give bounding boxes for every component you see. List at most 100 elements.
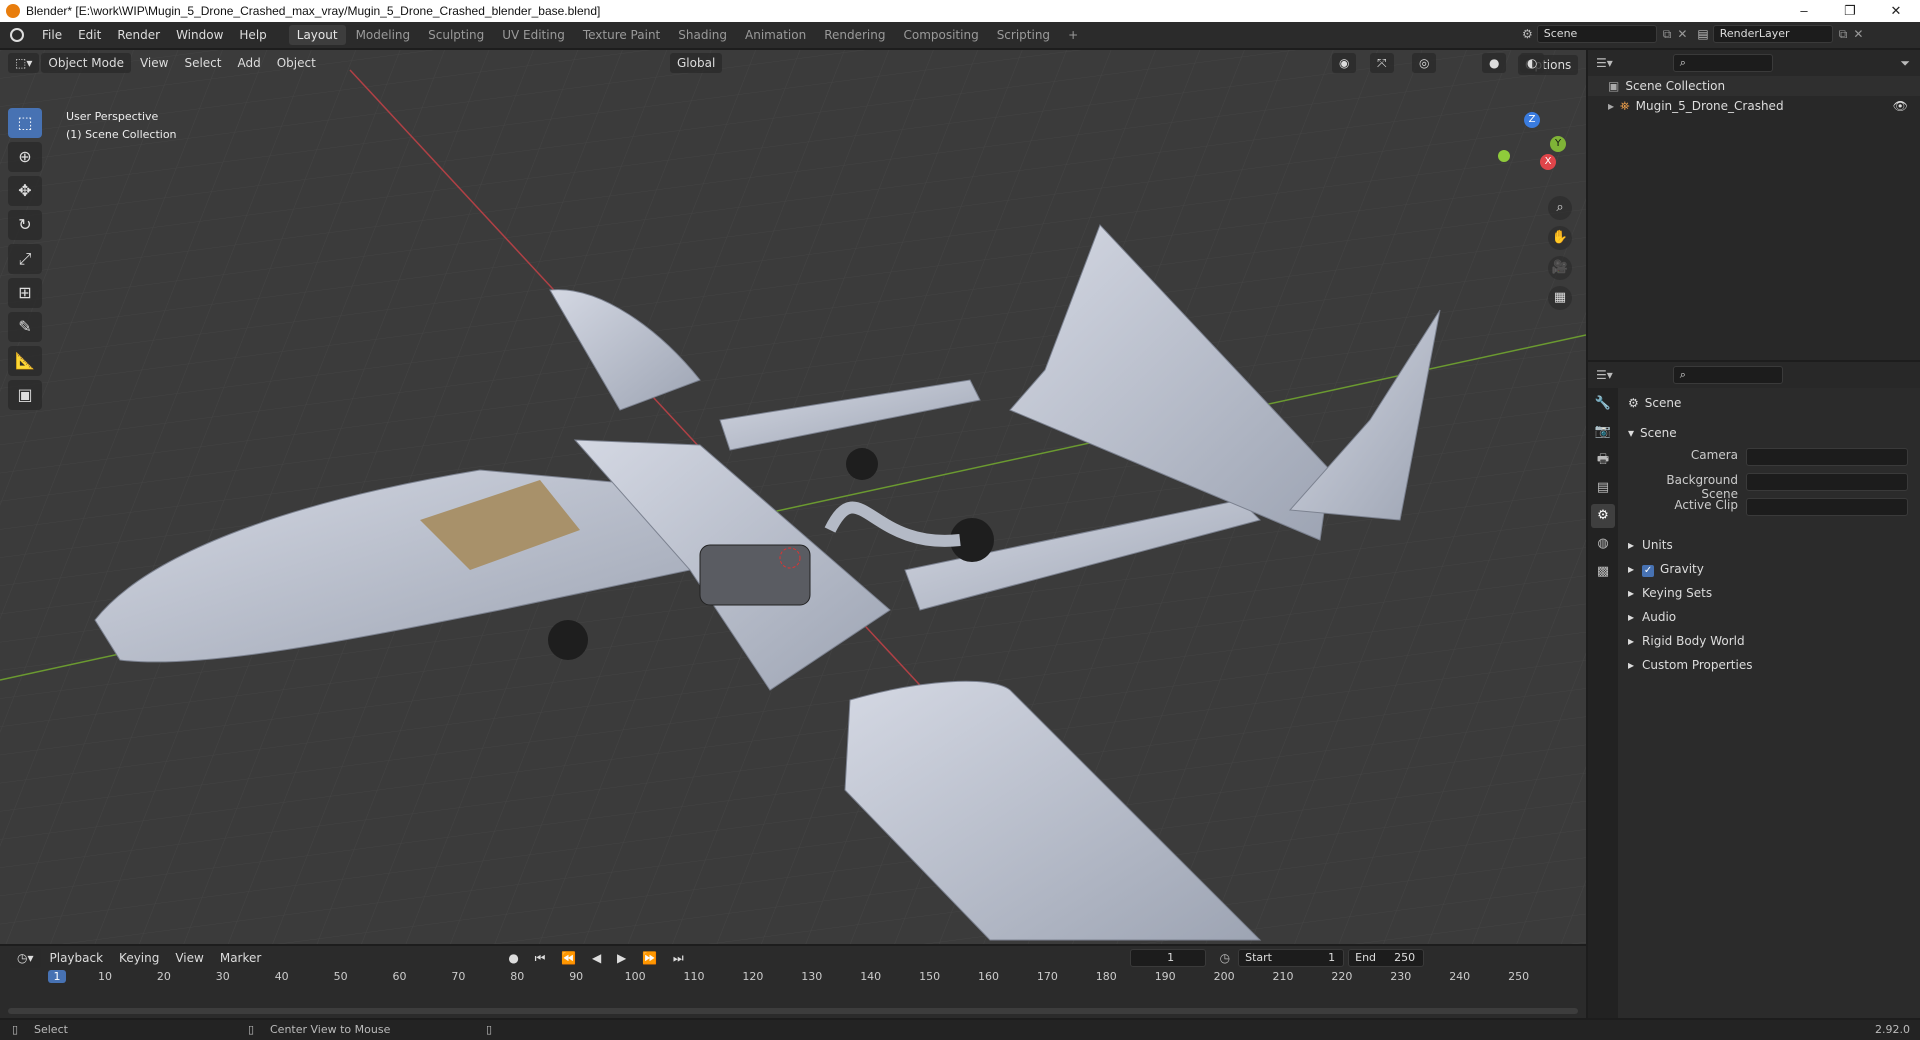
viewport-menu-view[interactable]: View <box>133 53 175 73</box>
pan-hand-icon[interactable]: ✋ <box>1548 226 1572 250</box>
subpanel-keying-sets[interactable]: ▸ Keying Sets <box>1628 582 1712 604</box>
outliner-search-input[interactable]: ⌕ <box>1672 54 1773 72</box>
scene-panel-header[interactable]: ▾ Scene <box>1628 422 1677 444</box>
scene-selector[interactable]: Scene <box>1536 25 1657 43</box>
transform-tool-icon[interactable]: ⊞ <box>8 278 42 308</box>
outliner-editor-icon[interactable]: ☰▾ <box>1596 56 1613 70</box>
transform-orientation[interactable]: Global <box>670 53 723 73</box>
shading-solid-icon[interactable]: ● <box>1482 53 1507 73</box>
tab-rendering[interactable]: Rendering <box>816 25 893 45</box>
outliner-root[interactable]: ▣ Scene Collection <box>1588 76 1920 96</box>
mode-select[interactable]: Object Mode <box>41 53 131 73</box>
editor-type-button[interactable]: ⬚▾ <box>8 53 40 73</box>
ortho-grid-icon[interactable]: ▦ <box>1548 286 1572 310</box>
zoom-icon[interactable]: ⌕ <box>1548 196 1572 220</box>
tab-compositing[interactable]: Compositing <box>895 25 986 45</box>
overlay-toggle-icon[interactable]: ◎ <box>1412 53 1437 73</box>
annotate-tool-icon[interactable]: ✎ <box>8 312 42 342</box>
new-scene-icon[interactable]: ⧉ <box>1663 27 1672 42</box>
tab-texture-paint[interactable]: Texture Paint <box>575 25 668 45</box>
close-button[interactable]: ✕ <box>1873 0 1919 22</box>
active-clip-field[interactable] <box>1746 498 1908 516</box>
tab-uv-editing[interactable]: UV Editing <box>494 25 573 45</box>
gizmo-y-axis[interactable]: Y <box>1550 136 1566 152</box>
outliner-item[interactable]: ▸ ⛯ Mugin_5_Drone_Crashed 👁 <box>1588 96 1920 116</box>
render-tab-icon[interactable]: 📷 <box>1591 420 1615 444</box>
properties-search-input[interactable]: ⌕ <box>1672 366 1783 384</box>
menu-file[interactable]: File <box>34 22 70 48</box>
new-layer-icon[interactable]: ⧉ <box>1839 27 1848 42</box>
expand-arrow-icon[interactable]: ▸ <box>1608 96 1614 116</box>
ruler-tick-label: 170 <box>1036 970 1058 983</box>
menu-render[interactable]: Render <box>109 22 168 48</box>
cursor-tool-icon[interactable]: ⊕ <box>8 142 42 172</box>
output-tab-icon[interactable]: 🖶 <box>1591 448 1615 472</box>
camera-field[interactable] <box>1746 448 1908 466</box>
view-layer-icon: ▤ <box>1697 27 1709 41</box>
subpanel-units[interactable]: ▸ Units <box>1628 534 1673 556</box>
subpanel-custom-properties[interactable]: ▸ Custom Properties <box>1628 654 1752 676</box>
properties-editor-icon[interactable]: ☰▾ <box>1596 368 1613 382</box>
add-workspace-button[interactable]: + <box>1060 25 1086 45</box>
tab-modeling[interactable]: Modeling <box>348 25 419 45</box>
subpanel-gravity[interactable]: ▸ ✓ Gravity <box>1628 558 1704 580</box>
subpanel-audio[interactable]: ▸ Audio <box>1628 606 1676 628</box>
viewport-menu-select[interactable]: Select <box>177 53 228 73</box>
menu-window[interactable]: Window <box>168 22 231 48</box>
rotate-tool-icon[interactable]: ↻ <box>8 210 42 240</box>
gizmo-z-axis[interactable]: Z <box>1524 112 1540 128</box>
viewport-3d[interactable] <box>0 50 1586 944</box>
add-cube-tool-icon[interactable]: ▣ <box>8 380 42 410</box>
scale-tool-icon[interactable]: ⤢ <box>8 244 42 274</box>
ruler-tick-label: 50 <box>333 970 348 983</box>
gizmo-toggle-icon[interactable]: ⤧ <box>1370 53 1394 73</box>
ruler-tick-label: 240 <box>1449 970 1471 983</box>
tab-scripting[interactable]: Scripting <box>989 25 1058 45</box>
measure-tool-icon[interactable]: 📐 <box>8 346 42 376</box>
tab-shading[interactable]: Shading <box>670 25 735 45</box>
filter-icon[interactable]: ⏷ <box>1900 56 1910 71</box>
scene-tab-icon[interactable]: ⚙ <box>1591 504 1615 528</box>
timeline-scrollbar[interactable] <box>8 1008 1578 1014</box>
view-layer-tab-icon[interactable]: ▤ <box>1591 476 1615 500</box>
keying-sets-label: Keying Sets <box>1642 586 1713 600</box>
object-icon: ⛯ <box>1620 99 1630 113</box>
move-tool-icon[interactable]: ✥ <box>8 176 42 206</box>
tool-tab-icon[interactable]: 🔧 <box>1591 392 1615 416</box>
visibility-icon[interactable]: ◉ <box>1332 53 1357 73</box>
blender-menu-icon[interactable] <box>10 28 24 42</box>
menu-help[interactable]: Help <box>231 22 274 48</box>
remove-layer-icon[interactable]: ✕ <box>1853 27 1863 41</box>
outliner: ☰▾ ⌕ ⏷ ▣ Scene Collection ▸ ⛯ Mugin_5_Dro… <box>1588 50 1920 360</box>
wheel <box>846 448 878 480</box>
eye-icon[interactable]: 👁 <box>1893 96 1908 116</box>
tab-layout[interactable]: Layout <box>288 25 346 45</box>
navigation-gizmo[interactable]: Z Y X <box>1496 112 1572 188</box>
gravity-checkbox[interactable]: ✓ <box>1642 565 1655 577</box>
select-box-tool-icon[interactable]: ⬚ <box>8 108 42 138</box>
timeline-ruler[interactable]: 1 10 20 30 40 50 60 70 80 90 100 110 120 130 140 150 160… <box>0 946 1586 994</box>
ruler-tick-label: 190 <box>1154 970 1176 983</box>
engine-block <box>699 544 811 606</box>
minimize-button[interactable]: – <box>1781 0 1827 22</box>
remove-scene-icon[interactable]: ✕ <box>1677 27 1687 41</box>
background-scene-field[interactable] <box>1746 473 1908 491</box>
gizmo-neg-y[interactable] <box>1498 150 1510 162</box>
viewport-menu-add[interactable]: Add <box>230 53 267 73</box>
tab-sculpting[interactable]: Sculpting <box>420 25 492 45</box>
view-layer-selector[interactable]: RenderLayer <box>1712 25 1833 43</box>
tab-animation[interactable]: Animation <box>737 25 814 45</box>
maximize-button[interactable]: ❐ <box>1827 0 1873 22</box>
mouse-middle-icon: ▯ <box>248 1023 255 1036</box>
ruler-tick-label: 80 <box>510 970 525 983</box>
camera-view-icon[interactable]: 🎥 <box>1548 256 1572 280</box>
menu-edit[interactable]: Edit <box>70 22 109 48</box>
view-info: User Perspective (1) Scene Collection <box>66 108 177 144</box>
subpanel-rigid-body[interactable]: ▸ Rigid Body World <box>1628 630 1745 652</box>
world-tab-icon[interactable]: ◍ <box>1591 532 1615 556</box>
gizmo-x-axis[interactable]: X <box>1540 154 1556 170</box>
viewport-menu-object[interactable]: Object <box>270 53 323 73</box>
outliner-item-label: Mugin_5_Drone_Crashed <box>1635 99 1784 113</box>
shading-material-icon[interactable]: ◐ <box>1520 53 1545 73</box>
texture-tab-icon[interactable]: ▩ <box>1591 560 1615 584</box>
